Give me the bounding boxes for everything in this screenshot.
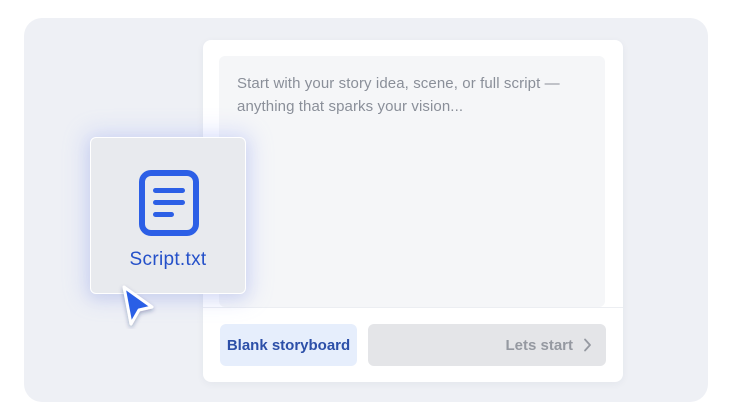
file-name-label: Script.txt	[129, 249, 207, 270]
lets-start-label: Lets start	[505, 336, 573, 354]
script-input[interactable]: Start with your story idea, scene, or fu…	[219, 56, 605, 307]
placeholder-line-2: anything that sparks your vision...	[237, 98, 464, 115]
chevron-right-icon	[583, 338, 592, 352]
pointer-cursor-icon	[118, 283, 158, 329]
script-input-placeholder: Start with your story idea, scene, or fu…	[237, 72, 587, 118]
document-icon	[138, 169, 200, 237]
placeholder-line-1: Start with your story idea, scene, or fu…	[237, 75, 560, 92]
divider	[203, 307, 623, 308]
dragged-file-tile[interactable]: Script.txt	[90, 137, 246, 294]
prompt-card: Start with your story idea, scene, or fu…	[203, 40, 623, 382]
blank-storyboard-label: Blank storyboard	[226, 336, 351, 354]
lets-start-button[interactable]: Lets start	[368, 324, 606, 366]
blank-storyboard-button[interactable]: Blank storyboard	[220, 324, 357, 366]
